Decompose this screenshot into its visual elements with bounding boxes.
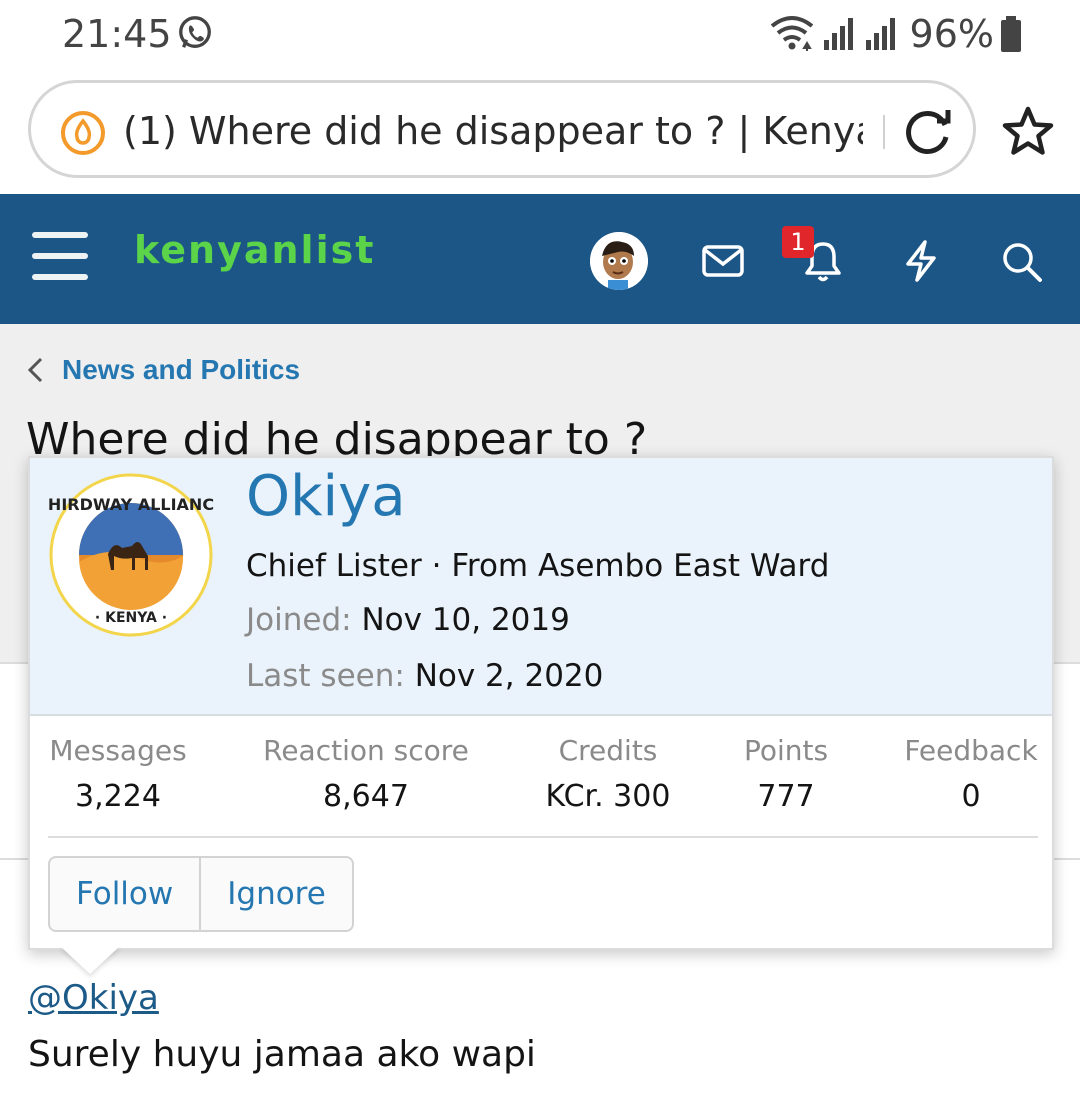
mail-icon[interactable]: [700, 238, 746, 284]
stat-value: 0: [961, 779, 981, 814]
clock: 21:45: [62, 12, 172, 56]
notification-badge: 1: [782, 226, 814, 258]
status-bar: 21:45 96%: [0, 0, 1080, 70]
stat-credits: Credits KCr. 300: [530, 734, 686, 814]
stat-label: Reaction score: [263, 734, 469, 767]
status-icons: 96%: [768, 12, 1022, 56]
joined-label: Joined:: [246, 602, 352, 638]
user-avatar[interactable]: [590, 232, 648, 290]
stat-label: Credits: [558, 734, 658, 767]
last-seen-value: Nov 2, 2020: [414, 658, 604, 694]
stat-value: 777: [757, 779, 815, 814]
member-tooltip-card: THIRDWAY ALLIANCE · KENYA · Okiya Chief …: [28, 456, 1054, 950]
breadcrumb[interactable]: News and Politics: [26, 354, 300, 386]
member-avatar[interactable]: THIRDWAY ALLIANCE · KENYA ·: [48, 472, 214, 638]
battery-icon: [1001, 16, 1021, 52]
signal-icon: [865, 18, 895, 50]
last-seen-row: Last seen: Nov 2, 2020: [246, 658, 603, 694]
post-body: Surely huyu jamaa ako wapi: [28, 1034, 536, 1075]
member-actions: Follow Ignore: [48, 856, 354, 932]
wifi-icon: [770, 16, 813, 51]
member-stats: Messages 3,224 Reaction score 8,647 Cred…: [30, 728, 1052, 836]
reload-icon[interactable]: [901, 105, 955, 159]
joined-value: Nov 10, 2019: [361, 602, 570, 638]
address-bar[interactable]: (1) Where did he disappear to ? | Kenyan: [28, 80, 976, 178]
stat-messages: Messages 3,224: [48, 734, 188, 814]
last-seen-label: Last seen:: [246, 658, 405, 694]
bookmark-star-icon[interactable]: [1000, 104, 1056, 160]
stat-points: Points 777: [726, 734, 846, 814]
ignore-button[interactable]: Ignore: [199, 858, 352, 930]
url-divider: [883, 115, 885, 149]
stat-label: Feedback: [904, 734, 1038, 767]
tooltip-pointer: [60, 946, 120, 974]
breadcrumb-link[interactable]: News and Politics: [62, 354, 300, 386]
member-title: Chief Lister · From Asembo East Ward: [246, 548, 830, 584]
signal-icon: [823, 18, 853, 50]
svg-text:THIRDWAY ALLIANCE: THIRDWAY ALLIANCE: [48, 495, 214, 514]
stat-value: 3,224: [75, 779, 161, 814]
chevron-left-icon: [27, 357, 43, 383]
site-favicon: [61, 111, 105, 155]
battery-percent: 96%: [909, 12, 994, 56]
site-header: kenyanlist: [0, 194, 1080, 324]
search-icon[interactable]: [998, 238, 1044, 284]
member-card-header: THIRDWAY ALLIANCE · KENYA · Okiya Chief …: [30, 458, 1052, 716]
url-text[interactable]: (1) Where did he disappear to ? | Kenyan: [123, 109, 863, 153]
stat-feedback: Feedback 0: [896, 734, 1046, 814]
site-logo[interactable]: kenyanlist: [134, 228, 375, 272]
svg-text:· KENYA ·: · KENYA ·: [95, 610, 167, 626]
stat-value: KCr. 300: [545, 779, 671, 814]
lightning-icon[interactable]: [898, 238, 944, 284]
joined-row: Joined: Nov 10, 2019: [246, 602, 570, 638]
stat-label: Points: [743, 734, 829, 767]
follow-button[interactable]: Follow: [50, 858, 199, 930]
divider: [48, 836, 1038, 838]
page-title: Where did he disappear to ?: [26, 414, 648, 462]
menu-icon[interactable]: [32, 232, 88, 282]
stat-reaction-score: Reaction score 8,647: [256, 734, 476, 814]
stat-label: Messages: [49, 734, 187, 767]
member-name[interactable]: Okiya: [246, 464, 406, 529]
stat-value: 8,647: [323, 779, 409, 814]
whatsapp-icon: [179, 16, 211, 48]
user-mention-link[interactable]: @Okiya: [28, 978, 159, 1018]
